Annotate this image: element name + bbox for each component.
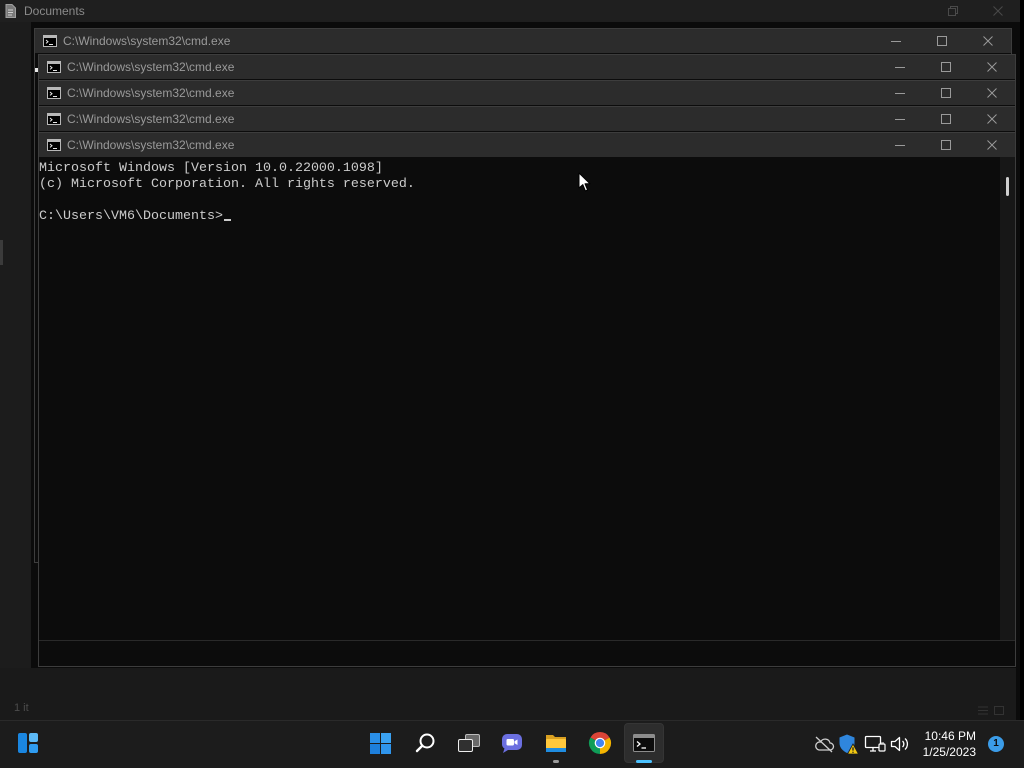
minimize-button[interactable] [877, 133, 923, 157]
maximize-icon [937, 36, 947, 46]
minimize-button[interactable] [873, 29, 919, 53]
close-button[interactable] [969, 55, 1015, 79]
restore-icon[interactable] [948, 6, 958, 16]
running-indicator [553, 760, 559, 763]
terminal-icon [633, 734, 655, 752]
maximize-icon [941, 88, 951, 98]
search-button[interactable] [405, 723, 445, 763]
close-icon [987, 140, 997, 150]
maximize-button[interactable] [923, 81, 969, 105]
close-button[interactable] [969, 107, 1015, 131]
minimize-icon [895, 145, 905, 146]
cmd-icon[interactable] [47, 61, 61, 73]
cmd-icon[interactable] [47, 113, 61, 125]
file-explorer-icon [546, 735, 566, 752]
maximize-button[interactable] [919, 29, 965, 53]
network-button[interactable] [863, 732, 887, 756]
cmd-icon[interactable] [47, 87, 61, 99]
active-indicator [636, 760, 652, 763]
window-title-bar[interactable]: C:\Windows\system32\cmd.exe [35, 29, 1011, 53]
window-title: C:\Windows\system32\cmd.exe [67, 86, 235, 100]
minimize-icon [891, 41, 901, 42]
chat-icon [501, 734, 522, 753]
window-title-bar[interactable]: C:\Windows\system32\cmd.exe [39, 55, 1015, 79]
chrome-button[interactable] [580, 723, 620, 763]
close-button[interactable] [969, 81, 1015, 105]
maximize-button[interactable] [923, 107, 969, 131]
window-bottom-area [39, 640, 1015, 666]
minimize-icon [895, 119, 905, 120]
navigation-pane [0, 22, 31, 668]
widgets-button[interactable] [8, 723, 48, 763]
close-icon [987, 114, 997, 124]
widgets-icon [18, 733, 38, 753]
maximize-icon [941, 62, 951, 72]
search-icon [415, 733, 435, 753]
minimize-icon [895, 67, 905, 68]
mouse-pointer-icon [578, 172, 591, 193]
close-button[interactable] [969, 133, 1015, 157]
clock-time: 10:46 PM [924, 729, 976, 743]
close-icon [987, 88, 997, 98]
window-title-bar[interactable]: C:\Windows\system32\cmd.exe [39, 81, 1015, 105]
document-icon [5, 4, 16, 18]
large-icons-view-icon[interactable] [994, 706, 1004, 715]
clock-date: 1/25/2023 [922, 745, 976, 759]
windows-security-warning-icon [839, 734, 859, 755]
minimize-button[interactable] [877, 107, 923, 131]
chat-button[interactable] [492, 723, 532, 763]
maximize-button[interactable] [923, 133, 969, 157]
close-icon [987, 62, 997, 72]
cmd-icon[interactable] [43, 35, 57, 47]
status-bar: 1 it [0, 668, 1016, 720]
start-icon [369, 732, 391, 754]
window-title: C:\Windows\system32\cmd.exe [67, 112, 235, 126]
task-view-button[interactable] [449, 723, 489, 763]
clock[interactable]: 10:46 PM 1/25/2023 [906, 728, 976, 760]
close-button[interactable] [965, 29, 1011, 53]
maximize-button[interactable] [923, 55, 969, 79]
console-output[interactable]: Microsoft Windows [Version 10.0.22000.10… [39, 157, 1000, 640]
minimize-button[interactable] [877, 81, 923, 105]
documents-title-bar[interactable]: Documents [0, 0, 1020, 22]
console-line: (c) Microsoft Corporation. All rights re… [39, 177, 415, 192]
window-title: C:\Windows\system32\cmd.exe [67, 60, 235, 74]
task-view-icon [458, 734, 480, 752]
file-explorer-button[interactable] [536, 723, 576, 763]
close-icon[interactable] [993, 6, 1003, 16]
command-prompt-button[interactable] [624, 723, 664, 763]
cmd-window-active[interactable]: C:\Windows\system32\cmd.exe Microsoft Wi… [38, 132, 1016, 667]
documents-title: Documents [24, 4, 85, 18]
console-prompt-line[interactable]: C:\Users\VM6\Documents> [39, 209, 1000, 225]
cmd-icon[interactable] [47, 139, 61, 151]
close-icon [983, 36, 993, 46]
console-line: Microsoft Windows [Version 10.0.22000.10… [39, 161, 383, 176]
minimize-button[interactable] [877, 55, 923, 79]
chrome-icon [588, 731, 612, 754]
console-prompt: C:\Users\VM6\Documents> [39, 209, 223, 224]
onedrive-button[interactable] [812, 732, 836, 756]
navigation-pane-scrollbar[interactable] [0, 240, 3, 265]
window-title-bar[interactable]: C:\Windows\system32\cmd.exe [39, 107, 1015, 131]
window-title-bar[interactable]: C:\Windows\system32\cmd.exe [39, 133, 1015, 157]
text-cursor [223, 219, 231, 221]
maximize-icon [941, 140, 951, 150]
minimize-icon [895, 93, 905, 94]
vertical-scrollbar[interactable] [1000, 157, 1015, 640]
windows-security-button[interactable] [836, 732, 860, 756]
notification-badge[interactable]: 1 [988, 736, 1004, 752]
status-item-count: 1 it [14, 702, 29, 714]
network-icon [864, 735, 886, 752]
window-title: C:\Windows\system32\cmd.exe [67, 138, 235, 152]
window-title: C:\Windows\system32\cmd.exe [63, 34, 231, 48]
scrollbar-thumb[interactable] [1006, 177, 1009, 196]
maximize-icon [941, 114, 951, 124]
onedrive-offline-icon [815, 736, 835, 753]
start-button[interactable] [360, 723, 400, 763]
details-view-icon[interactable] [978, 706, 988, 715]
taskbar: 10:46 PM 1/25/2023 1 [0, 720, 1024, 768]
